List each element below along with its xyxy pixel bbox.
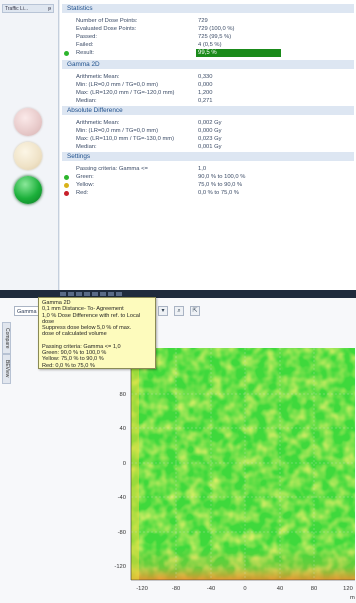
y-tick-label: -120 (114, 564, 126, 570)
y-tick-label: 40 (120, 426, 126, 432)
y-tick-label: -40 (118, 495, 126, 501)
gamma-map-edge-shading (131, 548, 355, 580)
x-tick-label: -40 (207, 586, 215, 592)
y-tick-labels: 80 40 0 -40 -80 -120 (114, 392, 126, 570)
x-tick-labels: -120 -80 -40 0 40 80 120 (136, 586, 353, 592)
y-tick-label: 0 (123, 461, 126, 467)
x-axis-unit: m (350, 595, 355, 601)
y-tick-label: 80 (120, 392, 126, 398)
gamma-tooltip: Gamma 2D 0,1 mm Distance- To- Agreement … (38, 297, 156, 369)
y-tick-label: -80 (118, 530, 126, 536)
x-tick-label: 80 (311, 586, 317, 592)
x-tick-label: 0 (243, 586, 246, 592)
tooltip-line: 1,0 % Dose Difference with ref. to Local (42, 312, 141, 319)
x-tick-label: -120 (136, 586, 148, 592)
x-tick-label: 120 (343, 586, 353, 592)
x-tick-label: 40 (277, 586, 283, 592)
gamma-map-blotches (131, 348, 355, 580)
gamma-map-left-edge (131, 348, 139, 580)
x-tick-label: -80 (172, 586, 180, 592)
tooltip-line: Red: 0,0 % to 75,0 % (42, 362, 95, 369)
